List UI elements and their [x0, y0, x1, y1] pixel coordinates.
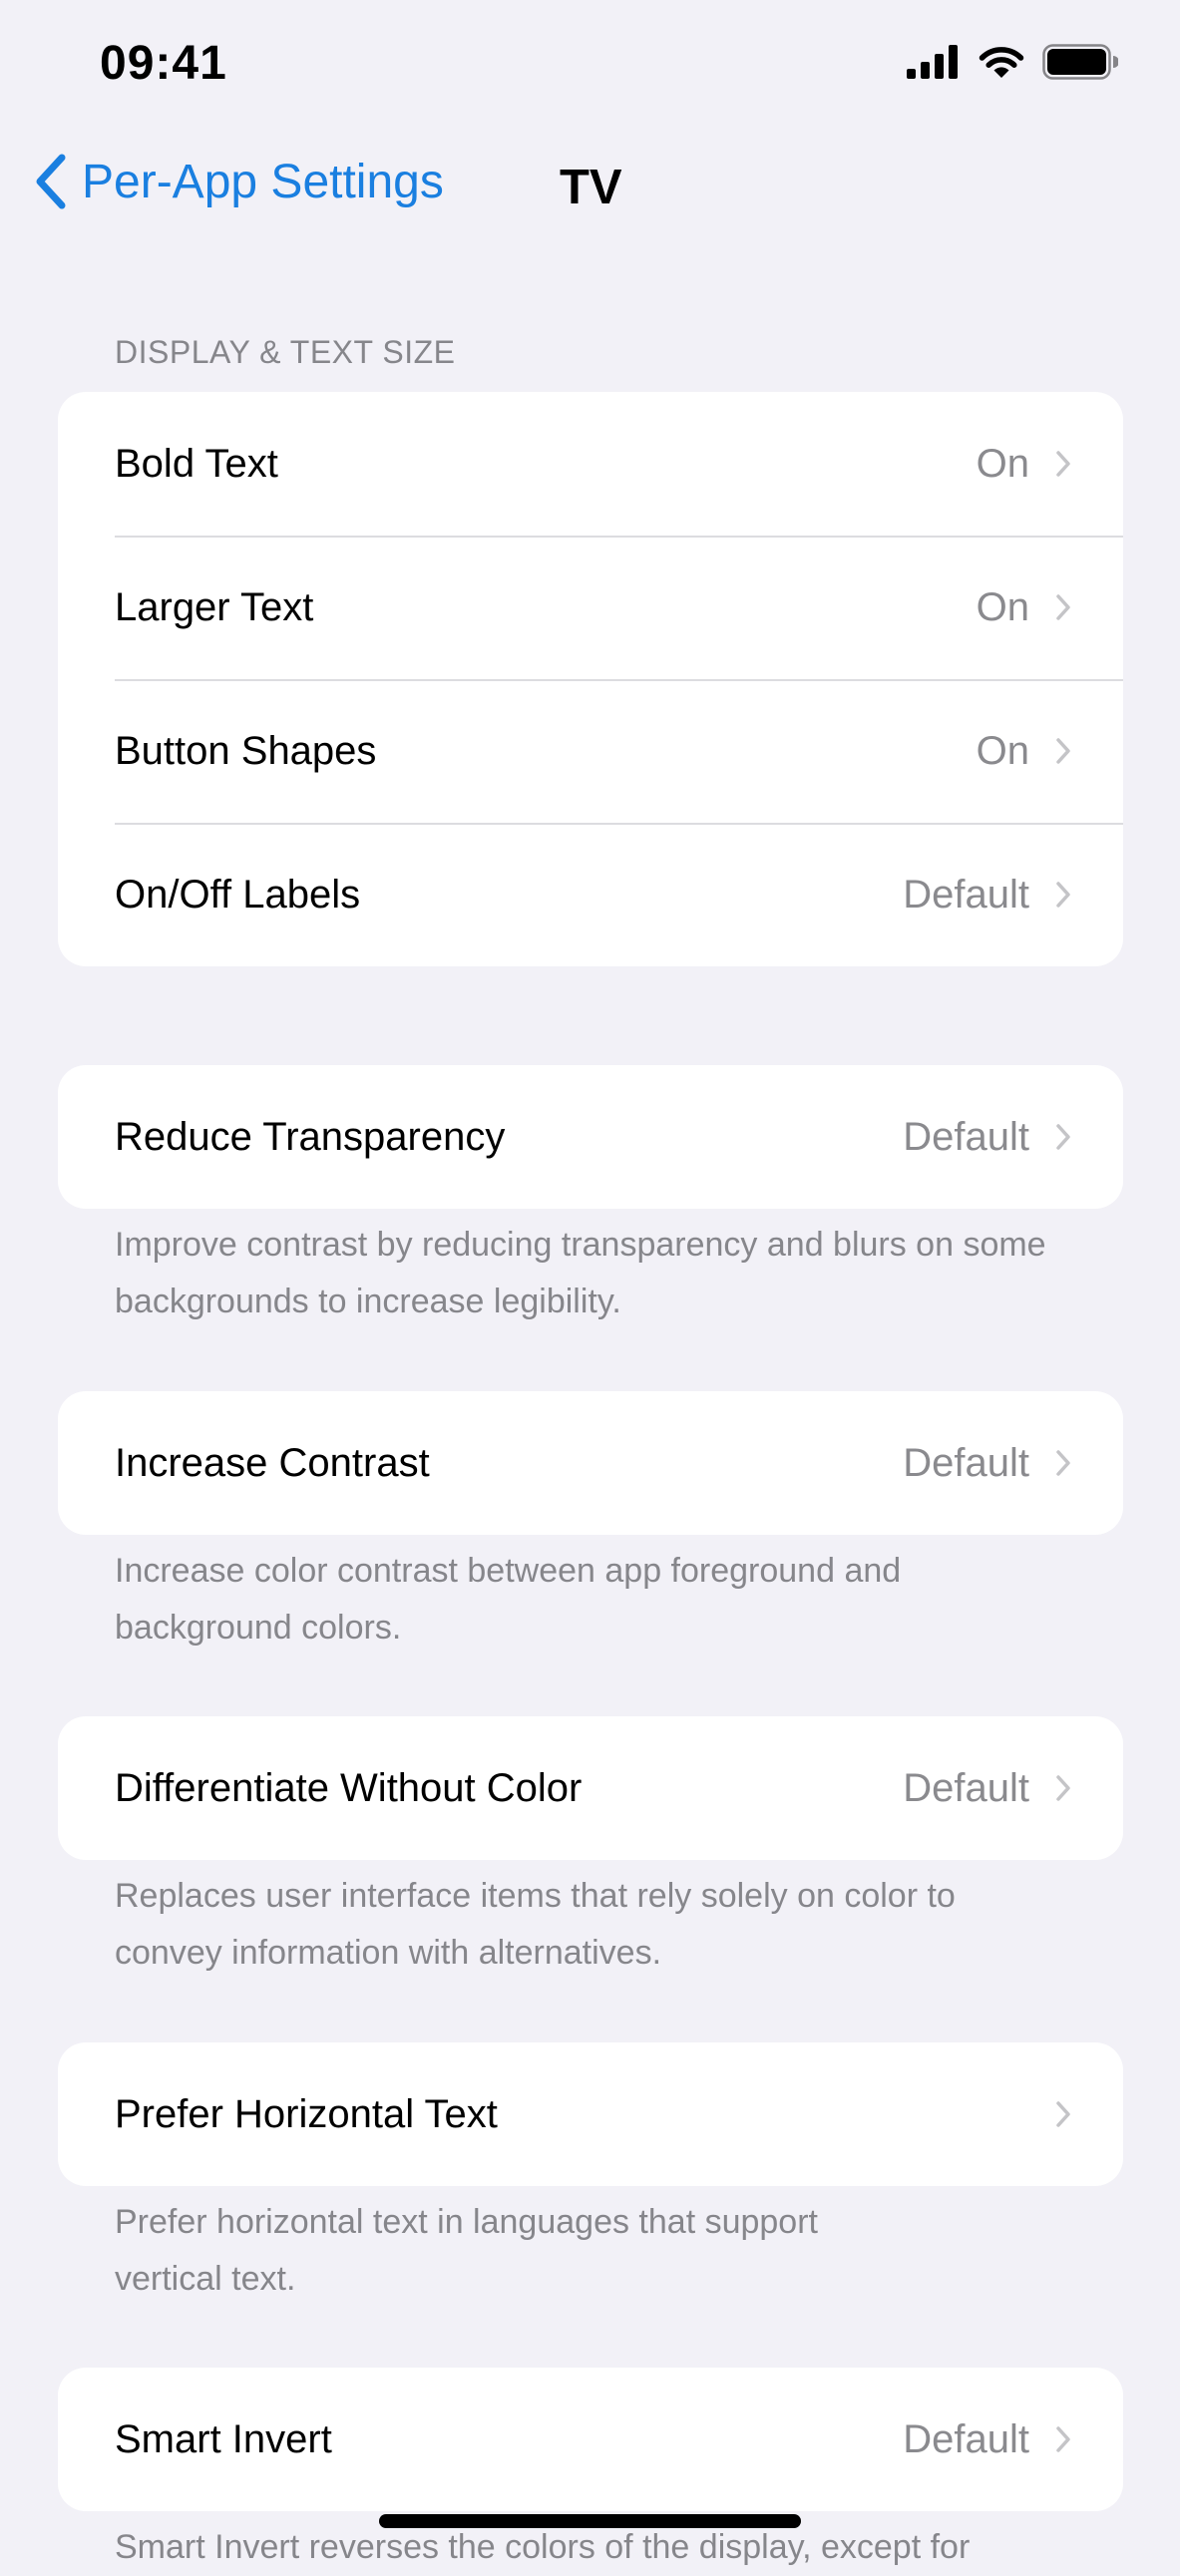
row-larger-text[interactable]: Larger Text On: [58, 536, 1123, 679]
row-label: Reduce Transparency: [115, 1114, 506, 1159]
display-text-size-group: Bold Text On Larger Text On Button Shape…: [58, 392, 1123, 966]
chevron-left-icon: [36, 154, 66, 209]
row-value: On: [976, 441, 1029, 486]
row-value: Default: [903, 1440, 1029, 1485]
row-accessory: On: [977, 729, 1071, 774]
row-label: Differentiate Without Color: [115, 1765, 583, 1810]
status-time: 09:41: [100, 37, 227, 90]
differentiate-without-color-footer: Replaces user interface items that rely …: [115, 1877, 956, 1972]
row-label: Smart Invert: [115, 2416, 332, 2461]
status-bar: 09:41: [0, 0, 1180, 130]
section-header-display-text-size: DISPLAY & TEXT SIZE: [115, 334, 456, 370]
row-label: Increase Contrast: [115, 1440, 430, 1485]
back-button-label: Per-App Settings: [82, 155, 444, 208]
chevron-right-icon: [1056, 2101, 1070, 2127]
chevron-right-icon: [1056, 1450, 1070, 1476]
row-accessory: On: [977, 585, 1071, 630]
row-increase-contrast[interactable]: Increase Contrast Default: [58, 1391, 1123, 1535]
row-value: Default: [903, 1765, 1029, 1810]
row-accessory: On: [977, 442, 1071, 487]
back-button[interactable]: Per-App Settings: [34, 154, 444, 209]
row-accessory: Default: [903, 1115, 1071, 1160]
page-title: TV: [560, 161, 622, 214]
row-prefer-horizontal-text[interactable]: Prefer Horizontal Text: [58, 2042, 1123, 2186]
battery-icon: [1042, 44, 1118, 80]
row-accessory: Default: [903, 2417, 1071, 2462]
row-smart-invert[interactable]: Smart Invert Default: [58, 2368, 1123, 2511]
chevron-right-icon: [1056, 451, 1070, 477]
row-value: Default: [903, 1114, 1029, 1159]
prefer-horizontal-text-group: Prefer Horizontal Text: [58, 2042, 1123, 2186]
row-reduce-transparency[interactable]: Reduce Transparency Default: [58, 1065, 1123, 1209]
wifi-icon: [979, 47, 1024, 78]
chevron-right-icon: [1056, 882, 1070, 908]
home-indicator[interactable]: [379, 2514, 801, 2528]
cellular-signal-icon: [907, 45, 958, 79]
row-label: On/Off Labels: [115, 872, 361, 917]
row-value: Default: [903, 2416, 1029, 2461]
row-value: Default: [903, 872, 1029, 917]
row-differentiate-without-color[interactable]: Differentiate Without Color Default: [58, 1716, 1123, 1860]
increase-contrast-group: Increase Contrast Default: [58, 1391, 1123, 1535]
prefer-horizontal-text-footer: Prefer horizontal text in languages that…: [115, 2203, 818, 2298]
row-button-shapes[interactable]: Button Shapes On: [58, 679, 1123, 823]
row-accessory: Default: [903, 1766, 1071, 1811]
row-label: Larger Text: [115, 584, 314, 629]
chevron-right-icon: [1056, 1775, 1070, 1801]
row-accessory: [1029, 2100, 1071, 2128]
row-on-off-labels[interactable]: On/Off Labels Default: [58, 823, 1123, 966]
row-label: Bold Text: [115, 441, 278, 486]
smart-invert-group: Smart Invert Default: [58, 2368, 1123, 2511]
navigation-bar: Per-App Settings TV: [0, 140, 1180, 239]
row-value: On: [976, 584, 1029, 629]
reduce-transparency-group: Reduce Transparency Default: [58, 1065, 1123, 1209]
increase-contrast-footer: Increase color contrast between app fore…: [115, 1552, 902, 1647]
row-bold-text[interactable]: Bold Text On: [58, 392, 1123, 536]
row-accessory: Default: [903, 1441, 1071, 1486]
reduce-transparency-footer: Improve contrast by reducing transparenc…: [115, 1226, 1046, 1320]
row-label: Prefer Horizontal Text: [115, 2091, 498, 2136]
row-value: On: [976, 728, 1029, 773]
status-icons: [907, 44, 1118, 80]
differentiate-without-color-group: Differentiate Without Color Default: [58, 1716, 1123, 1860]
chevron-right-icon: [1056, 2426, 1070, 2452]
chevron-right-icon: [1056, 738, 1070, 764]
chevron-right-icon: [1056, 594, 1070, 620]
row-accessory: Default: [903, 873, 1071, 918]
chevron-right-icon: [1056, 1124, 1070, 1150]
row-label: Button Shapes: [115, 728, 377, 773]
